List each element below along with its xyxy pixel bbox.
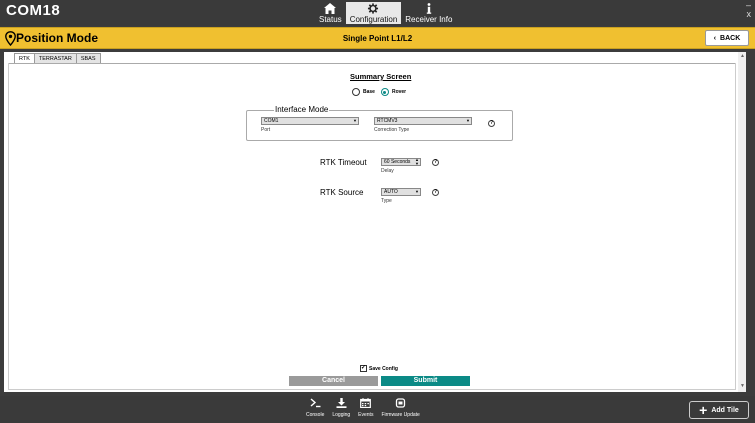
nav-receiver-info-label: Receiver Info <box>405 15 453 24</box>
console-button[interactable]: Console <box>306 398 324 418</box>
chevron-down-icon: ▼ <box>353 118 357 123</box>
tab-bar: RTK TERRASTAR SBAS <box>14 53 101 63</box>
info-icon <box>426 3 432 14</box>
nav-configuration[interactable]: Configuration <box>345 2 402 24</box>
calendar-icon <box>360 398 372 408</box>
save-config-label: Save Config <box>369 365 398 372</box>
main-nav: Status Configuration Receiver Info <box>315 2 456 24</box>
spinner-arrows-icon[interactable]: ▲ ▼ <box>415 158 419 166</box>
radio-rover[interactable] <box>380 88 389 96</box>
summary-screen-title: Summary Screen <box>350 72 412 81</box>
back-button[interactable]: ‹ BACK <box>705 30 749 46</box>
correction-type-select[interactable]: RTCMV3 ▼ <box>374 117 472 125</box>
save-config-row: ✓ Save Config <box>360 365 398 372</box>
chevron-down-icon: ▼ <box>466 118 470 123</box>
rtk-source-value: AUTO <box>384 189 398 195</box>
tab-sbas[interactable]: SBAS <box>75 53 101 63</box>
chevron-left-icon: ‹ <box>713 34 717 42</box>
interface-mode-help-icon[interactable]: ? <box>488 120 495 127</box>
download-icon <box>336 398 347 408</box>
content-area: RTK TERRASTAR SBAS ▲ ▼ Summary Screen Ba… <box>4 52 746 392</box>
rtk-source-select[interactable]: AUTO ▼ <box>381 188 421 196</box>
firmware-update-button[interactable]: Firmware Update <box>381 398 420 418</box>
events-button[interactable]: Events <box>358 398 373 418</box>
rtk-source-label: RTK Source <box>320 188 364 197</box>
add-tile-label: Add Tile <box>711 406 739 414</box>
logging-button[interactable]: Logging <box>332 398 350 418</box>
interface-mode-group <box>246 110 513 141</box>
base-rover-radio-group: Base Rover <box>352 88 412 96</box>
port-select[interactable]: COM1 ▼ <box>261 117 359 125</box>
correction-type-value: RTCMV3 <box>377 118 398 124</box>
add-tile-button[interactable]: + Add Tile <box>689 401 749 419</box>
port-select-value: COM1 <box>264 118 279 124</box>
home-icon <box>324 3 337 14</box>
app-title: COM18 <box>6 2 61 19</box>
bottom-toolbar: Console Logging Events Firmware Update +… <box>0 396 755 423</box>
back-label: BACK <box>720 34 741 42</box>
rtk-timeout-spinner[interactable]: 60 Seconds ▲ ▼ <box>381 158 421 166</box>
top-bar: COM18 Status Configuration Receiver Info… <box>0 0 755 26</box>
position-mode-value: Single Point L1/L2 <box>342 34 413 43</box>
nav-receiver-info[interactable]: Receiver Info <box>401 2 456 24</box>
logging-label: Logging <box>332 412 351 418</box>
nav-status[interactable]: Status <box>315 2 346 24</box>
window-controls: – x <box>746 1 751 19</box>
chevron-down-icon: ▼ <box>415 189 419 194</box>
console-icon <box>310 398 321 408</box>
submit-button[interactable]: Submit <box>381 376 470 386</box>
radio-base[interactable] <box>352 88 360 96</box>
nav-configuration-label: Configuration <box>349 15 398 24</box>
firmware-update-label: Firmware Update <box>381 412 420 418</box>
radio-base-label: Base <box>363 89 375 95</box>
firmware-icon <box>395 398 406 408</box>
events-label: Events <box>358 412 374 418</box>
nav-status-label: Status <box>319 15 342 24</box>
rtk-timeout-help-icon[interactable]: ? <box>432 159 439 166</box>
radio-rover-label: Rover <box>391 89 407 95</box>
port-label: Port <box>261 127 271 133</box>
gear-icon <box>368 3 379 14</box>
plus-icon: + <box>699 402 708 418</box>
rtk-timeout-label: RTK Timeout <box>320 158 367 167</box>
scroll-down-icon[interactable]: ▼ <box>740 383 745 389</box>
rtk-source-sublabel: Type <box>381 198 392 204</box>
tab-terrastar[interactable]: TERRASTAR <box>33 53 77 63</box>
tool-list: Console Logging Events Firmware Update <box>306 398 420 418</box>
page-header: Position Mode Single Point L1/L2 ‹ BACK <box>0 27 755 49</box>
rtk-timeout-sublabel: Delay <box>381 168 394 174</box>
interface-mode-legend: Interface Mode <box>274 105 330 114</box>
console-label: Console <box>306 412 325 418</box>
save-config-checkbox[interactable]: ✓ <box>360 365 367 372</box>
cancel-button[interactable]: Cancel <box>289 376 378 386</box>
scroll-up-icon[interactable]: ▲ <box>740 53 745 59</box>
rtk-source-help-icon[interactable]: ? <box>432 189 439 196</box>
close-button[interactable]: x <box>746 10 752 19</box>
rtk-timeout-value: 60 Seconds <box>384 159 411 165</box>
tab-rtk[interactable]: RTK <box>14 53 35 63</box>
correction-type-label: Correction Type <box>374 127 410 133</box>
vertical-scrollbar[interactable]: ▲ ▼ <box>738 52 746 392</box>
